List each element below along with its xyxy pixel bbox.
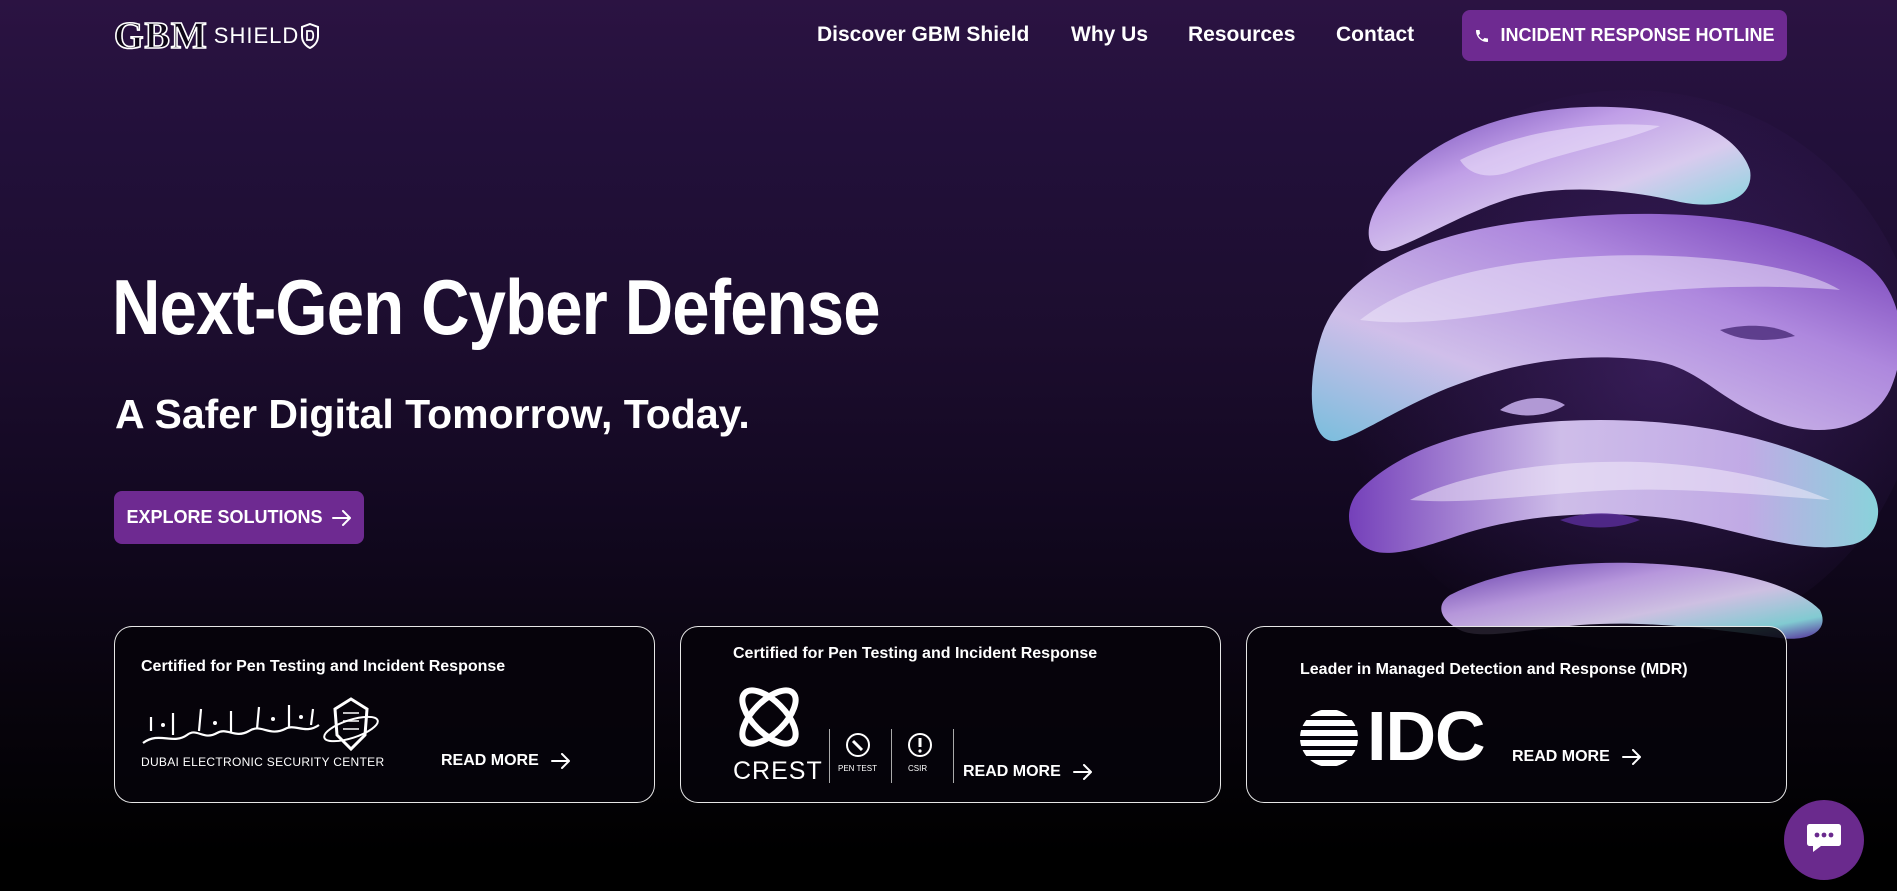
crest-logo-text: CREST — [733, 757, 823, 785]
incident-response-hotline-button[interactable]: INCIDENT RESPONSE HOTLINE — [1462, 10, 1787, 61]
idc-logo-text: IDC — [1367, 697, 1486, 775]
arrow-right-icon — [550, 753, 571, 769]
hero-title: Next-Gen Cyber Defense — [112, 263, 881, 351]
hero-subtitle: A Safer Digital Tomorrow, Today. — [115, 391, 750, 437]
explore-solutions-button[interactable]: EXPLORE SOLUTIONS — [114, 491, 364, 544]
logo-product: SHIELD — [213, 23, 300, 48]
desc-logo-text: DUBAI ELECTRONIC SECURITY CENTER — [141, 755, 385, 769]
read-more-label: READ MORE — [963, 763, 1061, 780]
arrow-right-icon — [331, 509, 352, 526]
arrow-right-icon — [1072, 764, 1093, 780]
hotline-label: INCIDENT RESPONSE HOTLINE — [1500, 25, 1775, 45]
phone-icon — [1474, 28, 1490, 44]
site-header: GBM SHIELD Discover GBM Shield Why Us Re… — [0, 0, 1897, 72]
read-more-link[interactable]: READ MORE — [1512, 748, 1642, 766]
arrow-right-icon — [1621, 749, 1642, 765]
page: GBM SHIELD Discover GBM Shield Why Us Re… — [0, 0, 1897, 891]
card-idc-recognition[interactable]: Leader in Managed Detection and Response… — [1246, 626, 1787, 803]
nav-contact[interactable]: Contact — [1336, 22, 1414, 48]
card-desc-certification[interactable]: Certified for Pen Testing and Incident R… — [114, 626, 655, 803]
divider — [953, 729, 954, 783]
nav-why-us[interactable]: Why Us — [1071, 22, 1148, 48]
chat-bubble-icon — [1805, 821, 1843, 860]
card-caption: Leader in Managed Detection and Response… — [1300, 661, 1688, 678]
globe-ribbon-illustration — [1300, 90, 1897, 660]
read-more-label: READ MORE — [1512, 748, 1610, 765]
card-caption: Certified for Pen Testing and Incident R… — [733, 645, 1098, 662]
logo-brand: GBM — [113, 15, 208, 57]
gbm-shield-logo[interactable]: GBM SHIELD — [113, 15, 320, 57]
dubai-electronic-security-center-logo — [139, 695, 379, 760]
nav-resources[interactable]: Resources — [1188, 22, 1295, 48]
read-more-link[interactable]: READ MORE — [441, 752, 571, 770]
read-more-link[interactable]: READ MORE — [963, 763, 1093, 781]
pen-test-badge-label: PEN TEST — [838, 764, 877, 773]
card-crest-certification[interactable]: Certified for Pen Testing and Incident R… — [680, 626, 1221, 803]
divider — [829, 729, 830, 783]
crest-logo — [731, 679, 811, 760]
csir-badge-icon — [906, 731, 934, 764]
shield-icon — [300, 23, 320, 49]
chat-widget-button[interactable] — [1784, 800, 1864, 880]
csir-badge-label: CSIR — [908, 764, 928, 773]
explore-solutions-label: EXPLORE SOLUTIONS — [126, 507, 323, 527]
divider — [891, 729, 892, 783]
nav-discover-gbm-shield[interactable]: Discover GBM Shield — [817, 22, 1029, 48]
card-caption: Certified for Pen Testing and Incident R… — [141, 658, 506, 675]
pen-test-badge-icon — [844, 731, 872, 764]
read-more-label: READ MORE — [441, 752, 539, 769]
